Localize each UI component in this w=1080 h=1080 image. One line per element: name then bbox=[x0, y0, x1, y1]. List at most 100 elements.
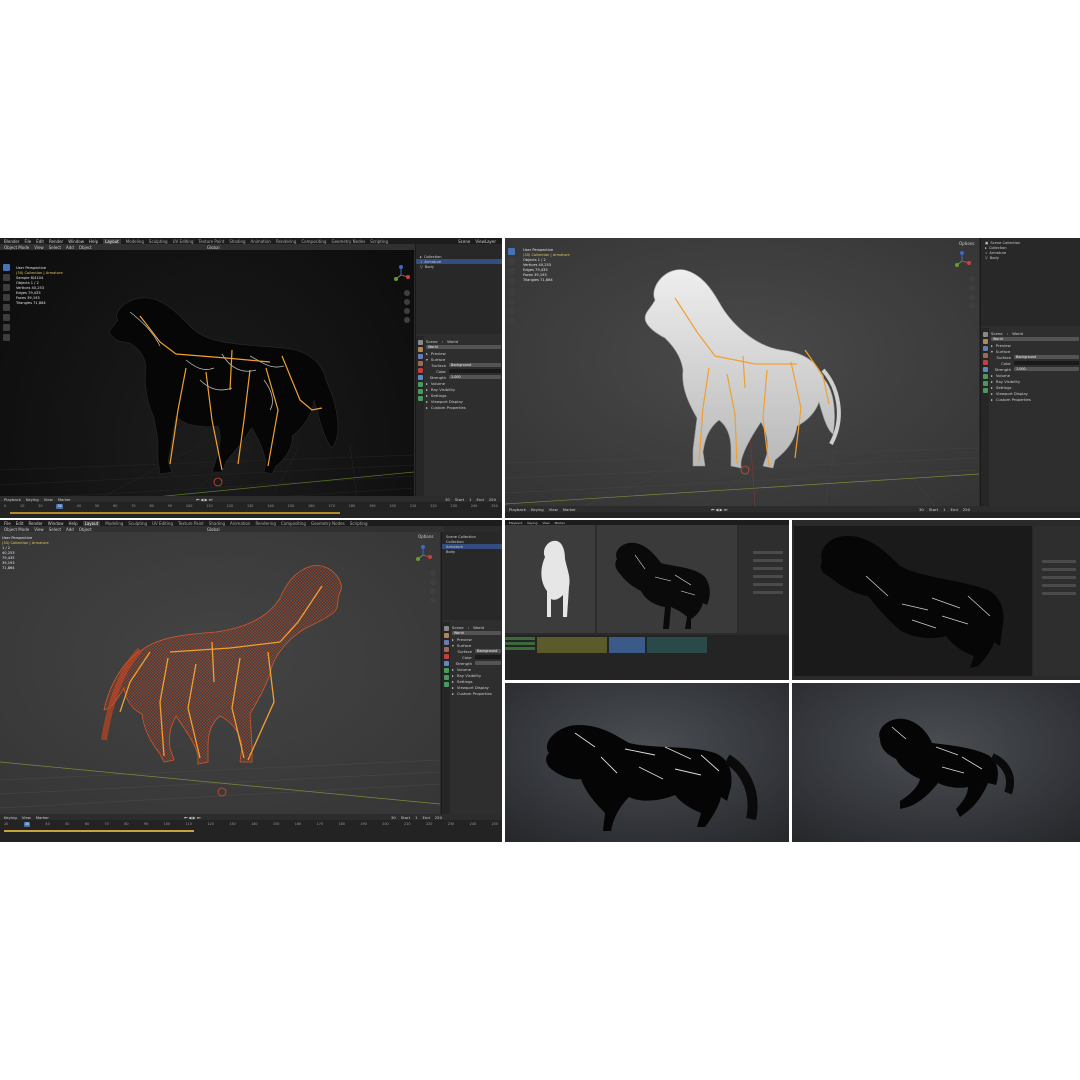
tab-uv-editing[interactable]: UV Editing bbox=[173, 239, 194, 244]
menu-render[interactable]: Render bbox=[28, 521, 42, 526]
surface-shader-field[interactable]: Background bbox=[449, 363, 501, 367]
3d-viewport[interactable]: User Perspective (30) Collection | Armat… bbox=[0, 532, 440, 814]
physics-icon[interactable] bbox=[417, 382, 423, 387]
color-swatch[interactable] bbox=[475, 655, 501, 659]
constraint-icon[interactable] bbox=[443, 675, 449, 680]
data-icon[interactable] bbox=[443, 682, 449, 687]
output-icon[interactable] bbox=[417, 354, 423, 359]
menu-help[interactable]: Help bbox=[68, 521, 77, 526]
world-icon[interactable] bbox=[982, 360, 988, 365]
annotate-icon[interactable] bbox=[508, 308, 515, 315]
tool-icon[interactable] bbox=[982, 332, 988, 337]
tab-rendering[interactable]: Rendering bbox=[276, 239, 296, 244]
section-custom-properties[interactable]: ▸ Custom Properties bbox=[991, 396, 1079, 402]
playback-controls[interactable]: ⏮ ◀ ▶ ⏭ bbox=[184, 815, 200, 820]
output-icon[interactable] bbox=[443, 640, 449, 645]
tab-compositing[interactable]: Compositing bbox=[281, 521, 306, 526]
tab-geometry-nodes[interactable]: Geometry Nodes bbox=[311, 521, 345, 526]
menu-file[interactable]: File bbox=[4, 521, 11, 526]
select-box-icon[interactable] bbox=[508, 248, 515, 255]
world-icon[interactable] bbox=[443, 654, 449, 659]
tab-modeling[interactable]: Modeling bbox=[126, 239, 144, 244]
menu-view[interactable]: View bbox=[34, 245, 44, 250]
3d-viewport[interactable]: User Perspective (30) Collection | Armat… bbox=[0, 250, 414, 518]
output-icon[interactable] bbox=[982, 346, 988, 351]
cursor-icon[interactable] bbox=[508, 258, 515, 265]
constraint-icon[interactable] bbox=[982, 381, 988, 386]
object-icon[interactable] bbox=[443, 661, 449, 666]
world-name-field[interactable]: World bbox=[452, 631, 501, 635]
move-icon[interactable] bbox=[508, 268, 515, 275]
current-frame-field[interactable]: 30 bbox=[445, 497, 450, 502]
physics-icon[interactable] bbox=[443, 668, 449, 673]
menu-add[interactable]: Add bbox=[66, 527, 74, 532]
transform-icon[interactable] bbox=[3, 314, 10, 321]
current-frame-field[interactable]: 30 bbox=[391, 815, 396, 820]
menu-window[interactable]: Window bbox=[48, 521, 64, 526]
menu-playback[interactable]: Playback bbox=[4, 497, 21, 502]
menu-edit[interactable]: Edit bbox=[36, 239, 44, 244]
menu-marker[interactable]: Marker bbox=[36, 815, 49, 820]
options-dropdown[interactable]: Options bbox=[959, 241, 974, 246]
annotate-icon[interactable] bbox=[3, 324, 10, 331]
data-icon[interactable] bbox=[417, 396, 423, 401]
rotate-icon[interactable] bbox=[3, 294, 10, 301]
move-icon[interactable] bbox=[3, 284, 10, 291]
tab-geometry-nodes[interactable]: Geometry Nodes bbox=[331, 239, 365, 244]
mode-selector[interactable]: Object Mode bbox=[4, 527, 29, 532]
navigation-gizmo[interactable] bbox=[951, 250, 973, 272]
frame-start-field[interactable]: 1 bbox=[415, 815, 417, 820]
menu-keying[interactable]: Keying bbox=[26, 497, 39, 502]
menu-marker[interactable]: Marker bbox=[555, 521, 565, 525]
menu-marker[interactable]: Marker bbox=[563, 507, 576, 512]
zoom-icon[interactable] bbox=[404, 290, 410, 296]
select-box-icon[interactable] bbox=[3, 264, 10, 271]
section-custom-properties[interactable]: ▸ Custom Properties bbox=[452, 690, 501, 696]
keyframe-track[interactable] bbox=[10, 512, 340, 514]
outliner-row[interactable]: ▽ Body bbox=[416, 264, 502, 269]
menu-view[interactable]: View bbox=[34, 527, 44, 532]
render-icon[interactable] bbox=[443, 633, 449, 638]
menu-playback[interactable]: Playback bbox=[509, 507, 526, 512]
scene-icon[interactable] bbox=[982, 353, 988, 358]
tab-shading[interactable]: Shading bbox=[209, 521, 225, 526]
tab-animation[interactable]: Animation bbox=[251, 239, 271, 244]
frame-end-field[interactable]: 250 bbox=[489, 497, 496, 502]
camera-icon[interactable] bbox=[430, 588, 436, 594]
tab-compositing[interactable]: Compositing bbox=[301, 239, 326, 244]
menu-marker[interactable]: Marker bbox=[58, 497, 71, 502]
measure-icon[interactable] bbox=[508, 318, 515, 325]
playback-controls[interactable]: ⏮ ◀ ▶ ⏭ bbox=[711, 507, 727, 512]
tab-scripting[interactable]: Scripting bbox=[350, 521, 368, 526]
strength-field[interactable]: 1.000 bbox=[449, 375, 501, 379]
tool-icon[interactable] bbox=[443, 626, 449, 631]
menu-view[interactable]: View bbox=[549, 507, 558, 512]
tab-texture-paint[interactable]: Texture Paint bbox=[178, 521, 204, 526]
scale-icon[interactable] bbox=[508, 288, 515, 295]
frame-start-field[interactable]: 1 bbox=[469, 497, 471, 502]
world-name-field[interactable]: World bbox=[426, 345, 501, 349]
zoom-icon[interactable] bbox=[969, 276, 975, 282]
view-layer-selector[interactable]: ViewLayer bbox=[475, 239, 496, 244]
measure-icon[interactable] bbox=[3, 334, 10, 341]
section-custom-properties[interactable]: ▸ Custom Properties bbox=[426, 404, 501, 410]
hand-icon[interactable] bbox=[969, 285, 975, 291]
current-frame-field[interactable]: 30 bbox=[919, 507, 924, 512]
transform-orientation[interactable]: Global bbox=[207, 527, 220, 532]
tab-animation[interactable]: Animation bbox=[230, 521, 250, 526]
menu-keying[interactable]: Keying bbox=[527, 521, 537, 525]
camera-icon[interactable] bbox=[969, 294, 975, 300]
frame-end-field[interactable]: 250 bbox=[435, 815, 442, 820]
outliner-row[interactable]: Body bbox=[442, 549, 502, 554]
menu-view[interactable]: View bbox=[44, 497, 53, 502]
menu-file[interactable]: File bbox=[25, 239, 32, 244]
rotate-icon[interactable] bbox=[508, 278, 515, 285]
data-icon[interactable] bbox=[982, 388, 988, 393]
menu-edit[interactable]: Edit bbox=[16, 521, 24, 526]
menu-window[interactable]: Window bbox=[68, 239, 84, 244]
tab-rendering[interactable]: Rendering bbox=[255, 521, 275, 526]
transform-icon[interactable] bbox=[508, 298, 515, 305]
constraint-icon[interactable] bbox=[417, 389, 423, 394]
navigation-gizmo[interactable] bbox=[390, 264, 412, 286]
scene-selector[interactable]: Scene bbox=[458, 239, 470, 244]
